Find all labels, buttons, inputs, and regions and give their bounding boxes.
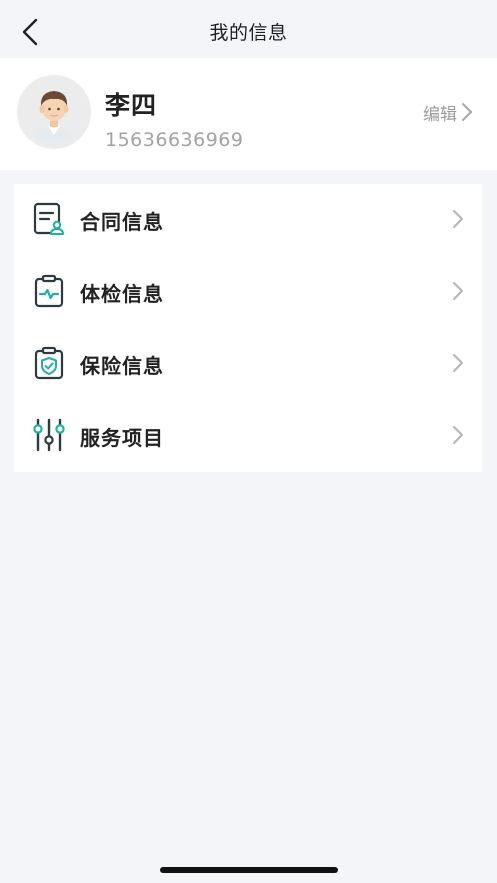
profile-phone: 15636636969 [105,129,244,151]
insurance-shield-icon [34,346,64,380]
sliders-icon [33,418,65,452]
edit-profile-button[interactable]: 编辑 [423,100,473,125]
page-title: 我的信息 [209,22,288,44]
profile-name: 李四 [105,91,158,120]
menu-item-label: 合同信息 [80,210,164,234]
home-indicator[interactable] [160,867,338,873]
my-info-screen: 我的信息 李四 15636636969 编辑 合同信息 体检信息 保险信息 服务… [0,0,497,883]
user-avatar-icon [17,75,91,149]
menu-item-label: 保险信息 [80,354,164,378]
chevron-right-icon [453,282,463,300]
info-menu: 合同信息 体检信息 保险信息 服务项目 [14,184,482,472]
menu-item-services[interactable]: 服务项目 [14,400,482,472]
navigation-bar: 我的信息 [0,0,497,60]
chevron-right-icon [453,210,463,228]
profile-card: 李四 15636636969 编辑 [0,58,497,170]
menu-item-label: 体检信息 [80,282,164,306]
chevron-right-icon [462,103,472,121]
avatar [17,75,91,149]
menu-item-contract[interactable]: 合同信息 [14,184,482,256]
menu-item-label: 服务项目 [80,426,164,450]
health-check-icon [34,274,64,308]
chevron-right-icon [453,426,463,444]
menu-item-health-check[interactable]: 体检信息 [14,256,482,328]
contract-icon [33,202,64,235]
menu-item-insurance[interactable]: 保险信息 [14,328,482,400]
edit-label: 编辑 [423,104,457,125]
chevron-right-icon [453,354,463,372]
